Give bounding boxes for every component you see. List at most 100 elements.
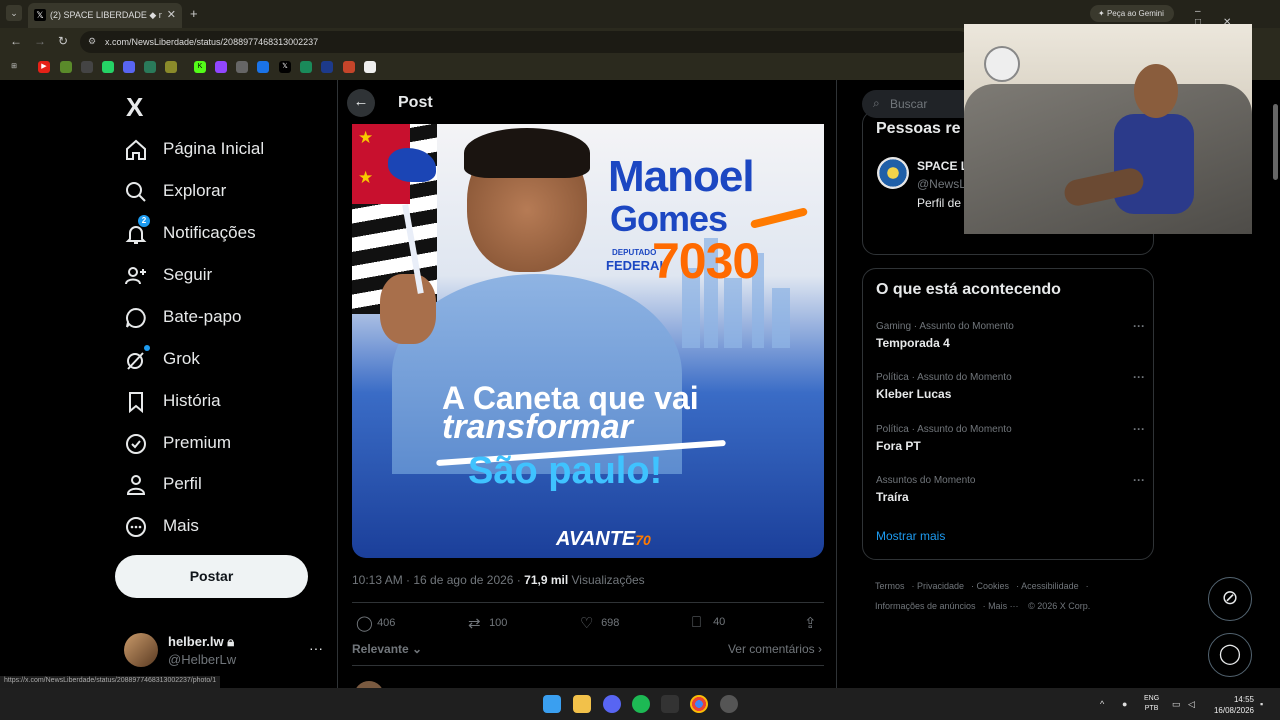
nav-label: Explorar xyxy=(163,181,227,200)
bookmark-button[interactable]: ⎕ 40 xyxy=(692,614,725,631)
back-arrow-icon[interactable]: ← xyxy=(347,89,375,117)
discord-icon[interactable] xyxy=(603,695,621,713)
chat-fab-button[interactable]: ◯ xyxy=(1208,633,1252,677)
apps-grid-icon[interactable]: ⊞ xyxy=(8,61,20,73)
kick-icon[interactable]: K xyxy=(194,61,206,73)
nav-item-explore[interactable]: Explorar xyxy=(124,177,324,207)
x-logo[interactable]: X xyxy=(126,92,143,123)
more-dots-icon[interactable]: ··· xyxy=(309,640,323,656)
reload-icon[interactable]: ↻ xyxy=(58,34,68,48)
nav-item-more[interactable]: Mais xyxy=(124,512,324,542)
spotify-icon[interactable] xyxy=(632,695,650,713)
chevron-up-icon[interactable]: ^ xyxy=(1100,699,1104,709)
trend-category: Assuntos do Momento xyxy=(876,475,976,486)
account-name[interactable]: SPACE L xyxy=(917,159,968,173)
gemini-button[interactable]: ✦ Peça ao Gemini xyxy=(1090,5,1174,22)
candidate-hand xyxy=(380,274,436,344)
more-dots-icon[interactable]: ··· xyxy=(1133,422,1145,436)
mic-icon[interactable]: ● xyxy=(1122,699,1127,709)
trend-item[interactable]: Gaming · Assunto do Momento Temporada 4 … xyxy=(876,319,1146,361)
grok-fab-button[interactable]: ⊘ xyxy=(1208,577,1252,621)
trend-item[interactable]: Assuntos do Momento Traíra ··· xyxy=(876,473,1146,515)
nav-item-home[interactable]: Página Inicial xyxy=(124,135,324,165)
youtube-icon[interactable]: ▶ xyxy=(38,61,50,73)
twitch-icon[interactable] xyxy=(215,61,227,73)
nav-item-follow[interactable]: Seguir xyxy=(124,261,324,291)
trend-item[interactable]: Política · Assunto do Momento Fora PT ··… xyxy=(876,422,1146,464)
new-tab-icon[interactable]: + xyxy=(190,6,198,21)
fan-graphic xyxy=(984,46,1020,82)
nav-item-notifications[interactable]: 2 Notificações xyxy=(124,215,324,249)
more-dots-icon[interactable]: ··· xyxy=(1133,319,1145,333)
url-text[interactable]: x.com/NewsLiberdade/status/2088977468313… xyxy=(105,37,318,47)
footer-link[interactable]: Termos xyxy=(875,581,905,591)
footer-link[interactable]: Acessibilidade xyxy=(1021,581,1079,591)
bookmark-icon[interactable] xyxy=(343,61,355,73)
more-dots-icon[interactable]: ··· xyxy=(1133,370,1145,384)
share-button[interactable]: ⇪ xyxy=(804,614,822,632)
whatsapp-icon[interactable] xyxy=(102,61,114,73)
bookmark-icon[interactable] xyxy=(236,61,248,73)
nav-item-profile[interactable]: Perfil xyxy=(124,470,324,500)
nav-item-premium[interactable]: Premium xyxy=(124,429,324,459)
post-timestamp[interactable]: 10:13 AM · 16 de ago de 2026 · xyxy=(352,573,521,587)
role-line1: DEPUTADO xyxy=(612,248,657,257)
nav-item-grok[interactable]: Grok xyxy=(124,345,324,375)
language-indicator[interactable]: ENG PTB xyxy=(1144,694,1159,714)
account-switcher[interactable]: helber.lw 🔒︎ @HelberLw ··· xyxy=(124,632,329,672)
post-image[interactable]: ★ ★ Manoel Gomes DEPUTADO FEDERAL 7030 A… xyxy=(352,124,824,558)
address-bar[interactable]: ⚙ x.com/NewsLiberdade/status/20889774683… xyxy=(80,31,970,53)
tab-search-icon[interactable]: ⌄ xyxy=(6,5,22,21)
footer-link[interactable]: Mais ··· xyxy=(988,601,1019,611)
bookmark-icon[interactable] xyxy=(123,61,135,73)
reply-button[interactable]: ◯ 406 xyxy=(356,614,395,632)
views-label: Visualizações xyxy=(571,573,645,587)
forward-arrow-icon[interactable]: → xyxy=(34,34,46,48)
scroll-thumb[interactable] xyxy=(1273,104,1278,180)
clock[interactable]: 14:55 16/08/2026 xyxy=(1206,694,1254,716)
nav-item-history[interactable]: História xyxy=(124,387,324,417)
avatar[interactable] xyxy=(877,157,909,189)
footer-link[interactable]: Privacidade xyxy=(917,581,964,591)
close-icon[interactable]: ✕ xyxy=(167,8,176,21)
bookmark-icon[interactable] xyxy=(81,61,93,73)
left-sidebar: X Página Inicial Explorar 2 Notificações… xyxy=(112,80,337,688)
file-explorer-icon[interactable] xyxy=(573,695,591,713)
notification-icon[interactable]: ▪ xyxy=(1260,699,1263,709)
chrome-icon[interactable] xyxy=(690,695,708,713)
footer-link[interactable]: Cookies xyxy=(977,581,1010,591)
audio-app-icon[interactable] xyxy=(661,695,679,713)
bookmark-icon[interactable] xyxy=(144,61,156,73)
x-bookmark-icon[interactable]: 𝕏 xyxy=(279,61,291,73)
like-button[interactable]: ♡ 698 xyxy=(580,614,619,632)
sort-dropdown[interactable]: Relevante ⌄ xyxy=(352,642,422,656)
slogan-line2: transformar xyxy=(442,408,633,446)
bookmark-icon[interactable] xyxy=(300,61,312,73)
back-arrow-icon[interactable]: ← xyxy=(10,34,22,48)
see-comments-link[interactable]: Ver comentários › xyxy=(728,642,822,656)
more-dots-icon[interactable]: ··· xyxy=(1133,473,1145,487)
app-icon[interactable] xyxy=(720,695,738,713)
bookmark-icon[interactable] xyxy=(321,61,333,73)
site-info-icon[interactable]: ⚙ xyxy=(88,36,96,47)
bookmark-icon[interactable] xyxy=(364,61,376,73)
show-more-link[interactable]: Mostrar mais xyxy=(876,529,945,543)
avatar[interactable] xyxy=(354,681,384,688)
bookmark-icon[interactable] xyxy=(165,61,177,73)
post-button[interactable]: Postar xyxy=(115,555,308,598)
trend-item[interactable]: Política · Assunto do Momento Kleber Luc… xyxy=(876,370,1146,412)
windows-start-icon[interactable] xyxy=(543,695,561,713)
bookmark-icon[interactable] xyxy=(60,61,72,73)
page-scrollbar[interactable] xyxy=(1271,80,1280,688)
repost-button[interactable]: ⇄ 100 xyxy=(468,614,507,632)
gemini-label: Peça ao Gemini xyxy=(1106,9,1164,18)
tab-active[interactable]: 𝕏 (2) SPACE LIBERDADE ◆ no X: " ✕ xyxy=(28,3,182,28)
network-icon[interactable]: ▭ xyxy=(1172,699,1181,710)
taskbar: ^ ● ENG PTB ▭ ◁ 14:55 16/08/2026 ▪ xyxy=(0,688,1280,720)
volume-icon[interactable]: ◁ xyxy=(1188,699,1195,710)
nav-item-chat[interactable]: Bate-papo xyxy=(124,303,324,333)
bookmark-icon[interactable] xyxy=(257,61,269,73)
footer-link[interactable]: Informações de anúncios xyxy=(875,601,976,611)
star-icon: ★ xyxy=(358,128,374,147)
bookmark-icon xyxy=(129,392,143,414)
